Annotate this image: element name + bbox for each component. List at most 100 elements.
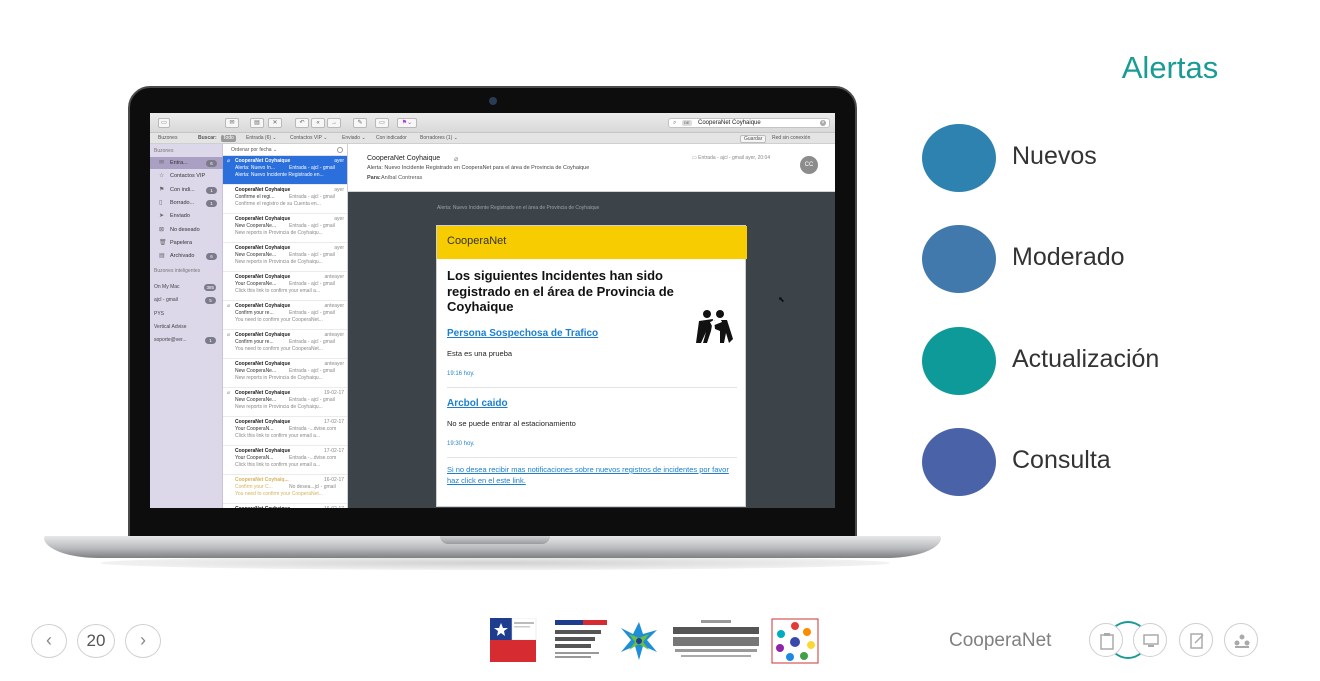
account-label: PYS xyxy=(154,310,165,317)
community-icon[interactable] xyxy=(1224,623,1258,657)
mail-search-input[interactable]: ⌕ DE CooperaNet Coyhaique × xyxy=(668,118,830,128)
flag-icon: ⚑ xyxy=(159,186,165,193)
message-row[interactable]: CooperaNet Coyhaique ayer New CooperaNe...… xyxy=(223,243,347,272)
account-item[interactable]: ajcl - gmail 5 xyxy=(154,295,222,305)
message-preview: Click this link to confirm your email a.… xyxy=(235,288,321,294)
clear-search-icon[interactable]: × xyxy=(820,120,826,126)
fav-inbox[interactable]: Entrada (6) ⌄ xyxy=(246,133,277,143)
message-row[interactable]: ⌀ CooperaNet Coyhaique ayer Alerta: Nuevo I… xyxy=(223,156,347,185)
next-slide-button[interactable]: › xyxy=(125,624,161,658)
message-mailbox: Entrada - ajcl - gmail xyxy=(289,368,335,374)
sidebar-item[interactable]: ⚑ Con indi... 1 xyxy=(150,184,223,196)
account-item[interactable]: soporte@ver... 1 xyxy=(154,335,222,345)
message-preview: You need to confirm your CooperaNet... xyxy=(235,317,323,323)
legend-item-actualizacion: Actualización xyxy=(922,327,1252,397)
page-number: 20 xyxy=(77,624,115,658)
incident-link-2[interactable]: Arcbol caido xyxy=(447,398,508,409)
inbox-icon: ✉ xyxy=(159,160,165,166)
message-subject: Confirme el regi... xyxy=(235,194,275,200)
message-subject: Confirm your re... xyxy=(235,310,274,316)
message-row[interactable]: CooperaNet Coyhaique ayer New CooperaNe...… xyxy=(223,214,347,243)
sidebar-toggle-icon[interactable]: ▭ xyxy=(158,118,170,128)
slide-title: Alertas xyxy=(1121,50,1219,85)
message-preview: Click this link to confirm your email a.… xyxy=(235,433,321,439)
compose-icon[interactable]: ✎ xyxy=(353,118,367,128)
document-edit-icon[interactable] xyxy=(1179,623,1213,657)
message-preview: New reports in Provincia de Coyhaiqu... xyxy=(235,230,323,236)
sidebar-item[interactable]: ▯ Borrado... 1 xyxy=(150,197,223,209)
reply-icon[interactable]: ↶ xyxy=(295,118,309,128)
message-list-header: Ordenar por fecha ⌄ xyxy=(223,144,347,156)
message-subject: Your CooperaNe... xyxy=(235,281,277,287)
message-row[interactable]: ⌀ CooperaNet Coyhaique anteayer Confirm you… xyxy=(223,330,347,359)
message-row[interactable]: CooperaNet Coyhaique anteayer Your Coopera… xyxy=(223,272,347,301)
fav-mailboxes[interactable]: Buzones xyxy=(158,133,177,143)
incident-link-1[interactable]: Persona Sospechosa de Trafico xyxy=(447,328,598,339)
sidebar-item[interactable]: ▤ Archivado 6 xyxy=(150,250,223,262)
footer-brand: CooperaNet xyxy=(949,630,1052,651)
message-row[interactable]: CooperaNet Coyhaique 16-02-17 xyxy=(223,504,347,508)
forward-icon[interactable]: → xyxy=(327,118,341,128)
message-row[interactable]: ⌀ CooperaNet Coyhaique anteayer Confirm you… xyxy=(223,301,347,330)
community-network-logo xyxy=(771,618,819,664)
archive-icon[interactable]: ▤ xyxy=(250,118,264,128)
delete-icon[interactable]: ✕ xyxy=(268,118,282,128)
sidebar-item[interactable]: ⊠ No deseado xyxy=(150,224,223,236)
account-item[interactable]: PYS xyxy=(154,309,222,319)
message-sender: CooperaNet Coyhaique xyxy=(235,419,291,425)
unread-badge: 6 xyxy=(206,160,217,167)
save-search-button[interactable]: Guardar xyxy=(740,135,767,143)
previous-slide-button[interactable]: ‹ xyxy=(31,624,67,658)
trash-icon: 🗑 xyxy=(159,239,167,246)
message-row[interactable]: CooperaNet Coyhaique 17-02-17 Your Coopera… xyxy=(223,446,347,475)
message-row[interactable]: CooperaNet Coyhaique 17-02-17 Your Coopera… xyxy=(223,417,347,446)
message-mailbox-date: ▭ Entrada - ajcl - gmail ayer, 20:04 xyxy=(692,155,771,161)
message-row[interactable]: CooperaNet Coyhaique anteayer New CooperaN… xyxy=(223,359,347,388)
draft-icon: ▯ xyxy=(159,199,163,206)
unsubscribe-link[interactable]: Si no desea recibir mas notificaciones s… xyxy=(447,464,737,486)
incident-desc-2: No se puede entrar al estacionamiento xyxy=(447,419,576,428)
fav-all[interactable]: Todo xyxy=(221,135,236,142)
account-item[interactable]: On My Mac 385 xyxy=(154,282,222,292)
clipboard-icon[interactable] xyxy=(1089,623,1123,657)
sort-menu[interactable]: Ordenar por fecha ⌄ xyxy=(231,144,277,156)
legend-dot-consulta xyxy=(922,428,996,496)
fav-vip[interactable]: Contactos VIP ⌄ xyxy=(290,133,327,143)
monitor-icon[interactable] xyxy=(1133,623,1167,657)
legend-label-moderado: Moderado xyxy=(1012,243,1125,271)
fav-drafts[interactable]: Borradores (1) ⌄ xyxy=(420,133,458,143)
sidebar-item[interactable]: ➤ Enviado xyxy=(150,210,223,222)
message-sender: CooperaNet Coyhaiq... xyxy=(235,477,289,483)
move-icon[interactable]: ▭ xyxy=(375,118,389,128)
legend-label-consulta: Consulta xyxy=(1012,446,1111,474)
account-badge: 1 xyxy=(205,337,216,345)
flag-menu-icon[interactable]: ⚑⌄ xyxy=(397,118,417,128)
attachment-icon: ⌀ xyxy=(227,390,231,396)
account-item[interactable]: Vertical Advise xyxy=(154,322,222,332)
message-row[interactable]: ⌀ CooperaNet Coyhaique 19-02-17 New Coopera… xyxy=(223,388,347,417)
reply-all-icon[interactable]: « xyxy=(311,118,325,128)
get-mail-icon[interactable]: ✉ xyxy=(225,118,239,128)
mailbox-sidebar: Buzones ✉ Entra... 6 ☆ Contactos VIP ⚑ Con ind… xyxy=(150,144,223,508)
message-date: 19-02-17 xyxy=(323,390,344,396)
account-label: Vertical Advise xyxy=(154,323,187,330)
message-row[interactable]: CooperaNet Coyhaiq... 16-02-17 Confirm you… xyxy=(223,475,347,504)
fav-sent[interactable]: Enviado ⌄ xyxy=(342,133,366,143)
message-date: 16-02-17 xyxy=(324,506,344,508)
fav-flagged[interactable]: Con indicador xyxy=(376,133,407,143)
sidebar-item-label: Borrado... xyxy=(170,199,195,206)
message-mailbox: Entrada - ajcl - gmail xyxy=(289,223,335,229)
attachment-icon: ⌀ xyxy=(227,158,231,164)
filter-icon[interactable] xyxy=(337,147,343,153)
message-row[interactable]: CooperaNet Coyhaique ayer Confirme el regi… xyxy=(223,185,347,214)
sidebar-item[interactable]: ☆ Contactos VIP xyxy=(150,170,223,182)
message-preview: You need to confirm your CooperaNet... xyxy=(235,491,323,497)
unread-badge: 1 xyxy=(206,199,217,207)
sidebar-item[interactable]: 🗑 Papelera xyxy=(150,237,223,249)
sidebar-item-label: Entra... xyxy=(170,160,188,166)
mail-app-window: ▭ ✉ ▤ ✕ ↶ « → ✎ ▭ ⚑⌄ ⌕ DE CooperaNet Coy… xyxy=(150,113,835,508)
sent-icon: ➤ xyxy=(159,213,165,220)
legend-dot-moderado xyxy=(922,225,996,293)
message-preheader: Alerta: Nuevo Incidente Registrado en el… xyxy=(437,205,600,211)
sidebar-item[interactable]: ✉ Entra... 6 xyxy=(150,157,223,169)
